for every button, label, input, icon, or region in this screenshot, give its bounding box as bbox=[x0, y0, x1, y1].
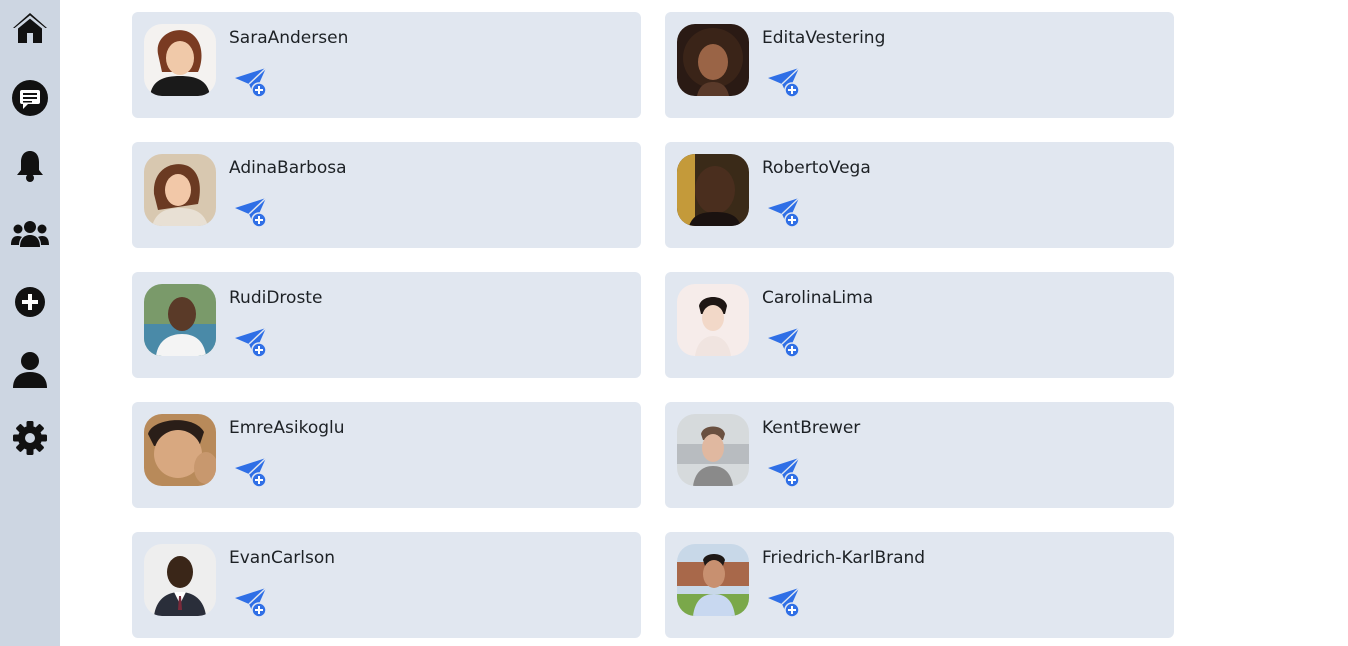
home-icon[interactable] bbox=[11, 10, 49, 48]
user-card[interactable]: RobertoVega bbox=[665, 142, 1174, 248]
send-plus-icon[interactable] bbox=[234, 326, 268, 358]
send-plus-icon[interactable] bbox=[234, 66, 268, 98]
avatar[interactable] bbox=[144, 414, 216, 486]
send-plus-icon[interactable] bbox=[767, 456, 801, 488]
user-name[interactable]: KentBrewer bbox=[762, 418, 860, 438]
user-name[interactable]: RobertoVega bbox=[762, 158, 871, 178]
avatar[interactable] bbox=[144, 154, 216, 226]
add-circle-icon[interactable] bbox=[11, 283, 49, 321]
user-card[interactable]: EditaVestering bbox=[665, 12, 1174, 118]
user-card[interactable]: KentBrewer bbox=[665, 402, 1174, 508]
send-plus-icon[interactable] bbox=[234, 196, 268, 228]
send-plus-icon[interactable] bbox=[234, 456, 268, 488]
user-card[interactable]: EvanCarlson bbox=[132, 532, 641, 638]
user-name[interactable]: Friedrich-KarlBrand bbox=[762, 548, 925, 568]
user-card[interactable]: RudiDroste bbox=[132, 272, 641, 378]
user-name[interactable]: RudiDroste bbox=[229, 288, 322, 308]
user-name[interactable]: AdinaBarbosa bbox=[229, 158, 347, 178]
user-name[interactable]: EditaVestering bbox=[762, 28, 885, 48]
user-name[interactable]: EmreAsikoglu bbox=[229, 418, 345, 438]
send-plus-icon[interactable] bbox=[767, 586, 801, 618]
profile-icon[interactable] bbox=[11, 351, 49, 389]
avatar[interactable] bbox=[677, 154, 749, 226]
send-plus-icon[interactable] bbox=[234, 586, 268, 618]
user-card[interactable]: EmreAsikoglu bbox=[132, 402, 641, 508]
bell-icon[interactable] bbox=[11, 147, 49, 185]
user-name[interactable]: EvanCarlson bbox=[229, 548, 335, 568]
user-card[interactable]: Friedrich-KarlBrand bbox=[665, 532, 1174, 638]
user-card[interactable]: AdinaBarbosa bbox=[132, 142, 641, 248]
avatar[interactable] bbox=[677, 24, 749, 96]
gear-icon[interactable] bbox=[11, 419, 49, 457]
send-plus-icon[interactable] bbox=[767, 196, 801, 228]
messages-icon[interactable] bbox=[11, 79, 49, 117]
send-plus-icon[interactable] bbox=[767, 326, 801, 358]
avatar[interactable] bbox=[677, 284, 749, 356]
avatar[interactable] bbox=[677, 414, 749, 486]
avatar[interactable] bbox=[144, 24, 216, 96]
user-card[interactable]: SaraAndersen bbox=[132, 12, 641, 118]
avatar[interactable] bbox=[677, 544, 749, 616]
user-name[interactable]: SaraAndersen bbox=[229, 28, 348, 48]
avatar[interactable] bbox=[144, 544, 216, 616]
sidebar bbox=[0, 0, 60, 646]
users-icon[interactable] bbox=[11, 215, 49, 253]
user-card[interactable]: CarolinaLima bbox=[665, 272, 1174, 378]
avatar[interactable] bbox=[144, 284, 216, 356]
user-name[interactable]: CarolinaLima bbox=[762, 288, 873, 308]
send-plus-icon[interactable] bbox=[767, 66, 801, 98]
